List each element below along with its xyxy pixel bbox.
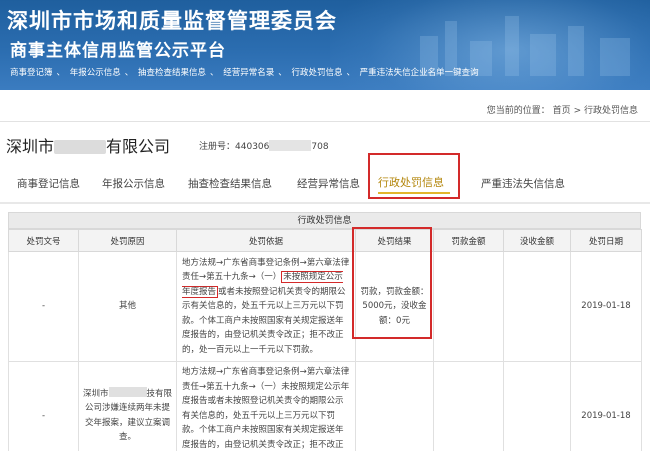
cell-reason: 深圳市 技有限公司涉嫌连续两年未提交年报案，建议立案调查。 <box>78 361 177 451</box>
col-header: 处罚原因 <box>78 229 177 252</box>
cell-basis: 地方法规→广东省商事登记条例→第六章法律责任→第五十九条→（一）未按照规定公示年… <box>176 361 356 451</box>
active-tab-underline <box>378 192 450 194</box>
tab-annual-report[interactable]: 年报公示信息 <box>102 176 165 191</box>
cell-date: 2019-01-18 <box>570 251 642 362</box>
banner-building <box>505 16 519 76</box>
divider <box>0 121 650 122</box>
cell-reason: 其他 <box>78 251 177 362</box>
cell-basis: 地方法规→广东省商事登记条例→第六章法律责任→第五十九条→（一）未按照规定公示年… <box>176 251 356 362</box>
table-header-row: 处罚文号 处罚原因 处罚依据 处罚结果 罚款金额 没收金额 处罚日期 <box>8 229 642 252</box>
nav-link-inspection[interactable]: 抽查检查结果信息 <box>138 68 206 78</box>
col-header: 没收金额 <box>503 229 571 252</box>
nav-link-abnormal[interactable]: 经营异常名录 <box>223 68 274 78</box>
col-header: 罚款金额 <box>433 229 504 252</box>
result-highlight-box <box>352 227 432 339</box>
reg-suffix: 708 <box>311 142 329 152</box>
reason-text: 深圳市 <box>82 388 109 399</box>
cell-result <box>355 361 434 451</box>
breadcrumb: 您当前的位置： 首页 > 行政处罚信息 <box>487 103 638 116</box>
col-header: 处罚依据 <box>176 229 356 252</box>
nav-link-registry[interactable]: 商事登记簿 <box>10 68 53 78</box>
nav-link-annual-report[interactable]: 年报公示信息 <box>70 68 121 78</box>
cell-confiscated <box>503 251 571 362</box>
nav-link-penalty[interactable]: 行政处罚信息 <box>291 68 342 78</box>
company-name: 深圳市 有限公司 <box>6 133 170 157</box>
table-row: - 深圳市 技有限公司涉嫌连续两年未提交年报案，建议立案调查。 地方法规→广东省商… <box>8 361 642 451</box>
breadcrumb-separator: > <box>573 106 582 116</box>
tab-penalty[interactable]: 行政处罚信息 <box>368 153 460 199</box>
registration-number: 注册号：440306 708 <box>199 139 329 152</box>
penalty-table: 行政处罚信息 处罚文号 处罚原因 处罚依据 处罚结果 罚款金额 没收金额 处罚日… <box>8 212 642 451</box>
banner-building <box>530 34 556 76</box>
breadcrumb-home[interactable]: 首页 <box>553 106 571 116</box>
tab-serious-violation[interactable]: 严重违法失信信息 <box>481 176 565 191</box>
table-title: 行政处罚信息 <box>8 212 641 229</box>
tab-inspection[interactable]: 抽查检查结果信息 <box>188 176 272 191</box>
site-subtitle: 商事主体信用监管公示平台 <box>10 41 226 61</box>
company-name-suffix: 有限公司 <box>106 137 171 156</box>
table-row: - 其他 地方法规→广东省商事登记条例→第六章法律责任→第五十九条→（一） 未按照… <box>8 251 642 362</box>
breadcrumb-current: 行政处罚信息 <box>583 106 638 116</box>
cell-fine <box>433 361 504 451</box>
cell-confiscated <box>503 361 571 451</box>
site-title: 深圳市市场和质量监督管理委员会 <box>7 8 337 33</box>
banner-building <box>568 26 584 76</box>
col-header: 处罚文号 <box>8 229 79 252</box>
tab-registration[interactable]: 商事登记信息 <box>17 176 80 191</box>
company-name-prefix: 深圳市 <box>6 137 55 156</box>
cell-doc-no: - <box>8 251 79 362</box>
redacted-block <box>269 140 312 151</box>
nav-link-blacklist[interactable]: 严重违法失信企业名单一键查询 <box>360 68 479 78</box>
cell-doc-no: - <box>8 361 79 451</box>
col-header: 处罚日期 <box>570 229 642 252</box>
cell-date: 2019-01-18 <box>570 361 642 451</box>
breadcrumb-label: 您当前的位置： <box>486 106 550 116</box>
info-tabs: 商事登记信息 年报公示信息 抽查检查结果信息 经营异常信息 严重违法失信信息 <box>0 158 650 204</box>
tab-penalty-label: 行政处罚信息 <box>378 176 444 189</box>
tab-abnormal[interactable]: 经营异常信息 <box>297 176 360 191</box>
cell-fine <box>433 251 504 362</box>
reg-prefix: 440306 <box>235 142 270 152</box>
top-nav: 商事登记簿、 年报公示信息、 抽查检查结果信息、 经营异常名录、 行政处罚信息、… <box>10 68 479 78</box>
redacted-block <box>54 140 107 154</box>
banner-building <box>600 38 630 76</box>
site-banner: 深圳市市场和质量监督管理委员会 商事主体信用监管公示平台 商事登记簿、 年报公示… <box>0 0 650 90</box>
redacted-block <box>108 386 147 397</box>
reg-label: 注册号： <box>199 142 236 152</box>
